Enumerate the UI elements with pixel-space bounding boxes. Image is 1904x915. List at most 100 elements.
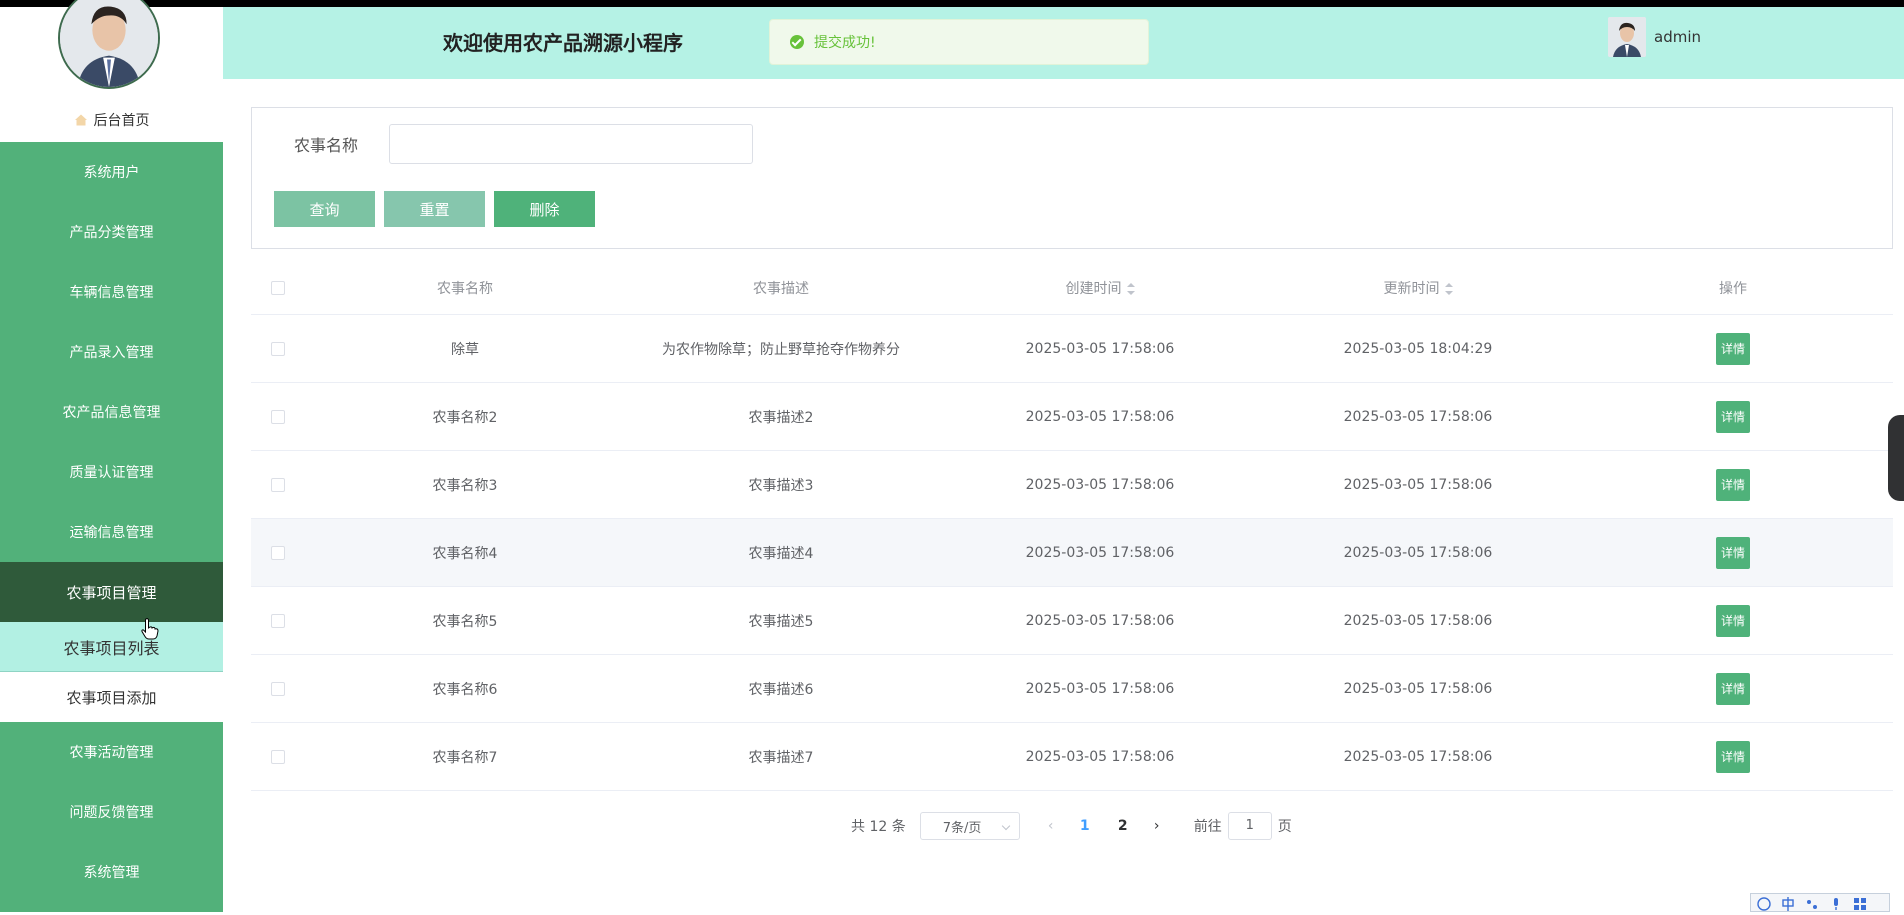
row-select-cell — [251, 681, 305, 696]
cell-created: 2025-03-05 17:58:06 — [1025, 340, 1175, 357]
reset-button[interactable]: 重置 — [384, 191, 485, 227]
side-floating-tab[interactable] — [1888, 415, 1904, 501]
delete-button[interactable]: 删除 — [494, 191, 595, 227]
page-title: 欢迎使用农产品溯源小程序 — [443, 31, 683, 55]
table-row: 农事名称5 农事描述5 2025-03-05 17:58:06 2025-03-… — [251, 587, 1893, 655]
detail-button[interactable]: 详情 — [1716, 536, 1750, 569]
search-panel: 农事名称 查询 重置 删除 — [251, 107, 1893, 249]
sort-icon[interactable] — [1444, 282, 1453, 295]
grid-menu-icon[interactable] — [1853, 896, 1867, 910]
detail-button[interactable]: 详情 — [1716, 672, 1750, 705]
sidebar-item-feedback[interactable]: 问题反馈管理 — [0, 782, 223, 842]
sidebar-item-farm-product-info[interactable]: 农产品信息管理 — [0, 382, 223, 442]
sort-icon[interactable] — [1126, 282, 1135, 295]
sidebar-menu: 系统用户 产品分类管理 车辆信息管理 产品录入管理 农产品信息管理 质量认证管理… — [0, 142, 223, 902]
row-checkbox[interactable] — [271, 341, 285, 356]
sidebar-item-farm-activity[interactable]: 农事活动管理 — [0, 722, 223, 782]
table-row: 农事名称3 农事描述3 2025-03-05 17:58:06 2025-03-… — [251, 451, 1893, 519]
user-menu[interactable]: admin — [1608, 17, 1701, 57]
sidebar-item-product-entry[interactable]: 产品录入管理 — [0, 322, 223, 382]
cell-op: 详情 — [1573, 332, 1893, 365]
sidebar: 后台首页 系统用户 产品分类管理 车辆信息管理 产品录入管理 农产品信息管理 质… — [0, 0, 223, 912]
cell-desc: 为农作物除草；防止野草抢夺作物养分 — [662, 341, 900, 358]
row-checkbox[interactable] — [271, 613, 285, 628]
cell-updated: 2025-03-05 17:58:06 — [1343, 680, 1493, 697]
microphone-icon[interactable] — [1829, 896, 1843, 910]
avatar[interactable] — [58, 0, 160, 89]
cell-name: 农事名称7 — [432, 749, 498, 766]
person-icon — [60, 0, 158, 87]
sidebar-subitem-farm-project-list[interactable]: 农事项目列表 — [0, 622, 223, 672]
row-checkbox[interactable] — [271, 409, 285, 424]
cell-desc: 农事描述5 — [748, 613, 814, 630]
detail-button[interactable]: 详情 — [1716, 740, 1750, 773]
sidebar-subitem-farm-project-add[interactable]: 农事项目添加 — [0, 672, 223, 722]
cell-name: 农事名称3 — [432, 477, 498, 494]
cell-desc: 农事描述4 — [748, 545, 814, 562]
username: admin — [1654, 28, 1701, 46]
hand-cursor-icon — [141, 618, 159, 640]
home-icon — [74, 113, 88, 127]
cell-desc: 农事描述2 — [748, 409, 814, 426]
header-created[interactable]: 创建时间 — [937, 278, 1263, 298]
table-row: 农事名称7 农事描述7 2025-03-05 17:58:06 2025-03-… — [251, 723, 1893, 791]
sidebar-item-system-manage[interactable]: 系统管理 — [0, 842, 223, 902]
cell-created: 2025-03-05 17:58:06 — [1025, 476, 1175, 493]
header-op: 操作 — [1719, 280, 1747, 297]
page-number-2[interactable]: 2 — [1104, 818, 1142, 834]
header-updated[interactable]: 更新时间 — [1263, 278, 1573, 298]
cell-name: 除草 — [451, 341, 479, 358]
cell-name: 农事名称5 — [432, 613, 498, 630]
ime-chinese-icon[interactable] — [1781, 896, 1795, 911]
ime-punct-icon[interactable] — [1805, 896, 1819, 910]
row-checkbox[interactable] — [271, 749, 285, 764]
goto-page-input[interactable]: 1 — [1227, 812, 1272, 840]
cell-updated: 2025-03-05 18:04:29 — [1343, 340, 1493, 357]
sidebar-item-farm-project[interactable]: 农事项目管理 — [0, 562, 223, 622]
row-checkbox[interactable] — [271, 477, 285, 492]
row-select-cell — [251, 613, 305, 628]
sidebar-item-home[interactable]: 后台首页 — [0, 98, 223, 142]
cell-op: 详情 — [1573, 536, 1893, 569]
cell-op: 详情 — [1573, 604, 1893, 637]
sidebar-item-quality-cert[interactable]: 质量认证管理 — [0, 442, 223, 502]
cell-created: 2025-03-05 17:58:06 — [1025, 544, 1175, 561]
header-name: 农事名称 — [437, 280, 493, 297]
query-button[interactable]: 查询 — [274, 191, 375, 227]
cell-op: 详情 — [1573, 400, 1893, 433]
search-label: 农事名称 — [294, 136, 359, 155]
sidebar-item-label: 后台首页 — [93, 113, 150, 129]
sidebar-item-system-users[interactable]: 系统用户 — [0, 142, 223, 202]
row-checkbox[interactable] — [271, 545, 285, 560]
detail-button[interactable]: 详情 — [1716, 468, 1750, 501]
ime-logo-icon[interactable] — [1757, 896, 1771, 911]
sidebar-item-vehicle-info[interactable]: 车辆信息管理 — [0, 262, 223, 322]
page-size-select[interactable]: 7条/页 — [919, 812, 1020, 840]
sidebar-item-product-category[interactable]: 产品分类管理 — [0, 202, 223, 262]
goto-prefix: 前往 — [1193, 819, 1222, 835]
farm-name-search-input[interactable] — [389, 124, 753, 164]
cell-op: 详情 — [1573, 468, 1893, 501]
next-page-icon[interactable]: › — [1142, 818, 1172, 834]
page-number-1[interactable]: 1 — [1066, 818, 1104, 834]
cell-op: 详情 — [1573, 672, 1893, 705]
select-all-checkbox[interactable] — [271, 280, 285, 295]
cell-updated: 2025-03-05 17:58:06 — [1343, 408, 1493, 425]
success-toast: 提交成功! — [769, 19, 1149, 65]
pagination-total: 共 12 条 — [851, 819, 906, 835]
detail-button[interactable]: 详情 — [1716, 332, 1750, 365]
select-all-cell — [251, 280, 305, 295]
sidebar-item-transport-info[interactable]: 运输信息管理 — [0, 502, 223, 562]
detail-button[interactable]: 详情 — [1716, 604, 1750, 637]
header-updated-label: 更新时间 — [1383, 280, 1440, 297]
pagination: 共 12 条 7条/页 ‹ 1 2 › 前往 1 页 — [851, 812, 1292, 840]
toast-message: 提交成功! — [814, 35, 876, 51]
row-checkbox[interactable] — [271, 681, 285, 696]
ime-toolbar — [1750, 893, 1890, 912]
table-row: 农事名称2 农事描述2 2025-03-05 17:58:06 2025-03-… — [251, 383, 1893, 451]
header-desc: 农事描述 — [753, 280, 809, 297]
detail-button[interactable]: 详情 — [1716, 400, 1750, 433]
cell-updated: 2025-03-05 17:58:06 — [1343, 476, 1493, 493]
prev-page-icon[interactable]: ‹ — [1036, 818, 1066, 834]
table-row: 除草 为农作物除草；防止野草抢夺作物养分 2025-03-05 17:58:06… — [251, 315, 1893, 383]
